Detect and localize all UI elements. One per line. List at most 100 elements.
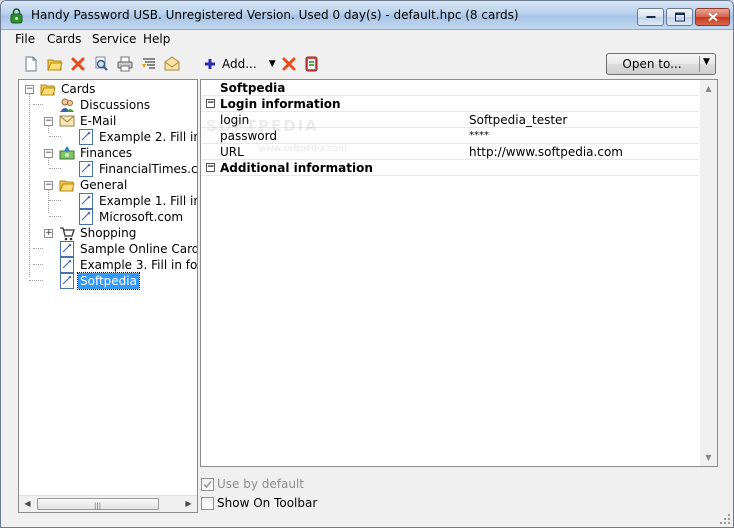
card-edit-icon: [305, 56, 318, 72]
people-icon: [60, 98, 74, 112]
checkbox-box[interactable]: [201, 497, 214, 510]
remove-card-button[interactable]: [279, 54, 299, 74]
add-card-button[interactable]: Add... ▼: [204, 55, 276, 73]
new-card-button[interactable]: [21, 54, 41, 74]
close-button[interactable]: [695, 8, 730, 26]
tree-item-label: Cards: [61, 82, 96, 96]
tree-item-label: Softpedia: [77, 272, 140, 290]
checkbox-box[interactable]: [201, 478, 214, 491]
scroll-right-icon[interactable]: ▶: [180, 496, 197, 512]
tree-item-example-2[interactable]: Example 2. Fill in form: [19, 129, 197, 145]
print-button[interactable]: [115, 54, 135, 74]
tree-item-label: Example 2. Fill in form: [99, 130, 197, 144]
mail-icon: [164, 56, 180, 71]
tree-item-shopping[interactable]: + Shopping: [19, 225, 197, 241]
tree-item-sample-online-card[interactable]: Sample Online Card: [19, 241, 197, 257]
chevron-down-icon[interactable]: ▼: [703, 57, 710, 67]
tree-item-label: Sample Online Card: [80, 242, 198, 256]
add-label: Add...: [222, 57, 257, 71]
watermark: SOFTPEDIA: [206, 117, 319, 135]
open-to-button[interactable]: Open to... ▼: [606, 53, 716, 75]
card-icon: [60, 273, 74, 289]
tree-item-email[interactable]: − E-Mail: [19, 113, 197, 129]
section-title: Login information: [220, 97, 341, 111]
card-details[interactable]: Softpedia − Login information login Soft…: [200, 79, 718, 467]
section-title: Additional information: [220, 161, 373, 175]
card-icon: [79, 161, 93, 177]
minimize-icon: [646, 16, 655, 18]
folder-open-icon: [40, 84, 56, 96]
sort-button[interactable]: [139, 54, 159, 74]
section-additional-information[interactable]: − Additional information: [201, 160, 699, 176]
money-icon: [59, 146, 75, 160]
window-title: Handy Password USB. Unregistered Version…: [31, 8, 519, 22]
menu-bar: File Cards Service Help: [1, 30, 733, 50]
cards-tree[interactable]: − Cards Discussions − E-Mail Example 2. …: [18, 79, 198, 513]
tree-item-discussions[interactable]: Discussions: [19, 97, 197, 113]
close-icon: [707, 12, 718, 22]
tree-item-example-1[interactable]: Example 1. Fill in form: [19, 193, 197, 209]
tree-item-finances[interactable]: − Finances: [19, 145, 197, 161]
main-window: Handy Password USB. Unregistered Version…: [0, 0, 734, 528]
tree-item-label: Microsoft.com: [99, 210, 184, 224]
send-mail-button[interactable]: [162, 54, 182, 74]
dropdown-arrow-icon[interactable]: ▼: [269, 59, 276, 69]
details-vertical-scrollbar[interactable]: ▲ ▼: [700, 80, 717, 466]
card-title-row: Softpedia: [201, 80, 699, 96]
delete-icon: [71, 57, 85, 71]
field-value[interactable]: http://www.softpedia.com: [469, 144, 623, 160]
checkmark-icon: [203, 480, 212, 489]
scroll-up-icon[interactable]: ▲: [700, 80, 717, 97]
tree-item-cards[interactable]: − Cards: [19, 81, 197, 97]
minimize-button[interactable]: [637, 8, 664, 26]
tree-horizontal-scrollbar[interactable]: ◀ ||| ▶: [19, 495, 197, 512]
tree-item-label: E-Mail: [80, 114, 117, 128]
tree-item-label: FinancialTimes.com: [99, 162, 198, 176]
collapse-icon[interactable]: −: [25, 85, 34, 94]
expand-icon[interactable]: +: [44, 229, 53, 238]
tree-item-label: Finances: [80, 146, 133, 160]
open-file-button[interactable]: [45, 54, 65, 74]
open-folder-icon: [47, 59, 63, 71]
tree-item-microsoft[interactable]: Microsoft.com: [19, 209, 197, 225]
tree-item-softpedia[interactable]: Softpedia: [19, 272, 197, 290]
tree-item-financialtimes[interactable]: FinancialTimes.com: [19, 161, 197, 177]
card-icon: [60, 241, 74, 257]
grip-icon: |||: [94, 502, 102, 510]
tree-item-example-3[interactable]: Example 3. Fill in forms w: [19, 257, 197, 273]
watermark-url: www.softpedia.com: [259, 144, 347, 154]
print-icon: [117, 56, 133, 72]
resize-grip-icon[interactable]: [719, 513, 731, 525]
menu-file[interactable]: File: [15, 32, 35, 46]
card-icon: [60, 257, 74, 273]
collapse-icon[interactable]: −: [44, 117, 53, 126]
checkbox-label: Use by default: [217, 477, 304, 491]
menu-cards[interactable]: Cards: [47, 32, 81, 46]
collapse-icon[interactable]: −: [206, 163, 215, 172]
tree-item-general[interactable]: − General: [19, 177, 197, 193]
sort-icon: [142, 58, 155, 69]
scroll-down-icon[interactable]: ▼: [700, 449, 717, 466]
tree-item-label: Example 1. Fill in form: [99, 194, 197, 208]
tree-item-label: General: [80, 178, 128, 192]
collapse-icon[interactable]: −: [44, 181, 53, 190]
new-icon: [25, 56, 37, 72]
menu-service[interactable]: Service: [92, 32, 136, 46]
menu-help[interactable]: Help: [143, 32, 170, 46]
card-icon: [79, 209, 93, 225]
maximize-button[interactable]: [666, 8, 693, 26]
scroll-left-icon[interactable]: ◀: [19, 496, 36, 512]
field-value[interactable]: Softpedia_tester: [469, 112, 567, 128]
collapse-icon[interactable]: −: [206, 99, 215, 108]
open-to-label: Open to...: [622, 57, 682, 71]
card-properties-button[interactable]: [302, 54, 322, 74]
find-button[interactable]: [91, 54, 111, 74]
section-login-information[interactable]: − Login information: [201, 96, 699, 112]
field-name: URL: [220, 145, 244, 159]
card-icon: [79, 193, 93, 209]
field-value[interactable]: ****: [469, 128, 489, 144]
collapse-icon[interactable]: −: [44, 149, 53, 158]
maximize-icon: [674, 12, 685, 22]
scrollbar-thumb[interactable]: |||: [37, 498, 159, 510]
delete-button[interactable]: [68, 54, 88, 74]
